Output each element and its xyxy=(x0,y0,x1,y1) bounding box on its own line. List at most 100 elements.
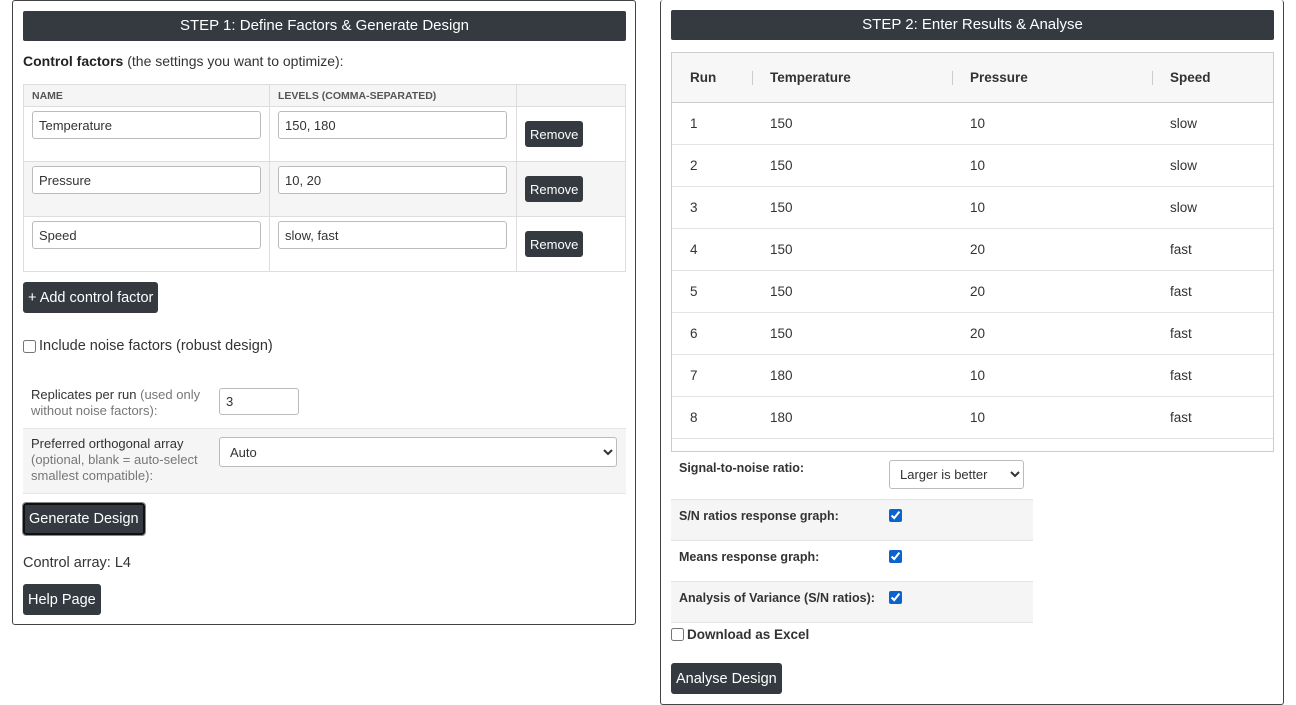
help-page-button[interactable]: Help Page xyxy=(23,584,101,615)
pressure-cell: 20 xyxy=(952,228,1152,271)
factor-levels-input[interactable] xyxy=(278,111,507,139)
factor-row: Remove xyxy=(23,216,626,272)
pressure-cell: 10 xyxy=(952,102,1152,145)
column-header-temperature-label: Temperature xyxy=(770,69,851,85)
pressure-cell: 10 xyxy=(952,396,1152,439)
column-header-speed-label: Speed xyxy=(1170,69,1211,85)
results-table-container[interactable]: Run Temperature Pressure Speed 1 150 10 slo… xyxy=(671,52,1274,452)
noise-factors-option[interactable]: Include noise factors (robust design) xyxy=(23,338,273,354)
replicates-row: Replicates per run (used only without no… xyxy=(23,379,626,428)
run-cell: 7 xyxy=(672,354,752,397)
remove-factor-button[interactable]: Remove xyxy=(525,176,584,202)
temperature-cell: 150 xyxy=(752,312,952,355)
speed-cell: fast xyxy=(1152,270,1273,313)
pressure-cell: 10 xyxy=(952,144,1152,187)
design-settings: Replicates per run (used only without no… xyxy=(23,379,626,494)
column-header-pressure-label: Pressure xyxy=(970,69,1028,85)
pressure-cell: 20 xyxy=(952,270,1152,313)
factor-table: NAME LEVELS (COMMA-SEPARATED) Remove Rem… xyxy=(23,84,626,272)
factor-name-input[interactable] xyxy=(32,221,261,249)
table-row: 8 180 10 fast xyxy=(672,396,1273,439)
means-graph-row: Means response graph: xyxy=(671,541,1033,582)
replicates-input[interactable] xyxy=(219,388,299,415)
sn-ratio-select[interactable]: Larger is better xyxy=(889,460,1024,489)
pressure-cell: 20 xyxy=(952,312,1152,355)
column-header-name: NAME xyxy=(23,84,270,107)
sn-graph-label: S/N ratios response graph: xyxy=(679,509,839,523)
step1-header: STEP 1: Define Factors & Generate Design xyxy=(23,11,626,41)
run-cell: 2 xyxy=(672,144,752,187)
run-cell: 8 xyxy=(672,396,752,439)
column-header-actions xyxy=(516,84,626,107)
table-row: 2 150 10 slow xyxy=(672,144,1273,187)
pressure-cell: 10 xyxy=(952,354,1152,397)
table-row: 3 150 10 slow xyxy=(672,186,1273,229)
factor-row: Remove xyxy=(23,106,626,162)
download-excel-option[interactable]: Download as Excel xyxy=(671,627,809,642)
remove-factor-button[interactable]: Remove xyxy=(525,121,584,147)
control-factors-subtitle: (the settings you want to optimize): xyxy=(123,53,344,69)
orthogonal-array-label-text: Preferred orthogonal array xyxy=(31,436,184,451)
anova-row: Analysis of Variance (S/N ratios): xyxy=(671,582,1033,623)
factor-name-input[interactable] xyxy=(32,166,261,194)
sn-graph-row: S/N ratios response graph: xyxy=(671,500,1033,541)
run-cell: 3 xyxy=(672,186,752,229)
analysis-options: Signal-to-noise ratio: Larger is better … xyxy=(671,452,1033,623)
means-graph-label: Means response graph: xyxy=(679,550,820,564)
replicates-label: Replicates per run (used only without no… xyxy=(31,387,211,419)
temperature-cell: 180 xyxy=(752,396,952,439)
add-control-factor-button[interactable]: + Add control factor xyxy=(23,282,159,313)
analyse-design-button[interactable]: Analyse Design xyxy=(671,663,782,694)
run-cell: 5 xyxy=(672,270,752,313)
orthogonal-array-row: Preferred orthogonal array (optional, bl… xyxy=(23,428,626,494)
column-header-speed: Speed xyxy=(1152,53,1273,103)
noise-factors-checkbox[interactable] xyxy=(23,339,36,353)
factor-levels-input[interactable] xyxy=(278,221,507,249)
step2-header: STEP 2: Enter Results & Analyse xyxy=(671,10,1274,40)
table-row: 7 180 10 fast xyxy=(672,354,1273,397)
download-excel-checkbox[interactable] xyxy=(671,628,684,641)
control-factors-title: Control factors xyxy=(23,53,124,69)
step1-panel: STEP 1: Define Factors & Generate Design… xyxy=(12,0,636,625)
speed-cell: slow xyxy=(1152,102,1273,145)
factor-levels-input[interactable] xyxy=(278,166,507,194)
speed-cell: fast xyxy=(1152,228,1273,271)
column-header-levels: LEVELS (COMMA-SEPARATED) xyxy=(269,84,517,107)
run-cell: 6 xyxy=(672,312,752,355)
sn-graph-checkbox[interactable] xyxy=(889,509,902,522)
pressure-cell: 10 xyxy=(952,186,1152,229)
speed-cell: slow xyxy=(1152,144,1273,187)
column-header-pressure: Pressure xyxy=(952,53,1152,103)
table-row: 4 150 20 fast xyxy=(672,228,1273,271)
temperature-cell: 150 xyxy=(752,144,952,187)
table-row: 5 150 20 fast xyxy=(672,270,1273,313)
temperature-cell: 150 xyxy=(752,102,952,145)
orthogonal-array-note: (optional, blank = auto-select smallest … xyxy=(31,452,198,483)
noise-factors-label: Include noise factors (robust design) xyxy=(39,338,273,354)
generate-design-button[interactable]: Generate Design xyxy=(22,502,146,536)
temperature-cell: 150 xyxy=(752,270,952,313)
speed-cell: fast xyxy=(1152,396,1273,439)
control-array-result: Control array: L4 xyxy=(23,555,131,571)
control-factors-intro: Control factors (the settings you want t… xyxy=(23,53,344,69)
download-excel-label: Download as Excel xyxy=(687,627,810,642)
anova-checkbox[interactable] xyxy=(889,591,902,604)
factor-name-input[interactable] xyxy=(32,111,261,139)
temperature-cell: 180 xyxy=(752,354,952,397)
remove-factor-button[interactable]: Remove xyxy=(525,231,584,257)
results-table: Run Temperature Pressure Speed 1 150 10 slo… xyxy=(672,53,1273,439)
temperature-cell: 150 xyxy=(752,186,952,229)
factor-row: Remove xyxy=(23,161,626,217)
temperature-cell: 150 xyxy=(752,228,952,271)
speed-cell: fast xyxy=(1152,354,1273,397)
step2-panel: STEP 2: Enter Results & Analyse Run Temp… xyxy=(660,0,1284,705)
replicates-label-text: Replicates per run xyxy=(31,387,137,402)
speed-cell: slow xyxy=(1152,186,1273,229)
run-cell: 4 xyxy=(672,228,752,271)
table-row: 1 150 10 slow xyxy=(672,102,1273,145)
means-graph-checkbox[interactable] xyxy=(889,550,902,563)
table-row: 6 150 20 fast xyxy=(672,312,1273,355)
column-header-temperature: Temperature xyxy=(752,53,952,103)
run-cell: 1 xyxy=(672,102,752,145)
orthogonal-array-select[interactable]: Auto xyxy=(219,437,617,467)
